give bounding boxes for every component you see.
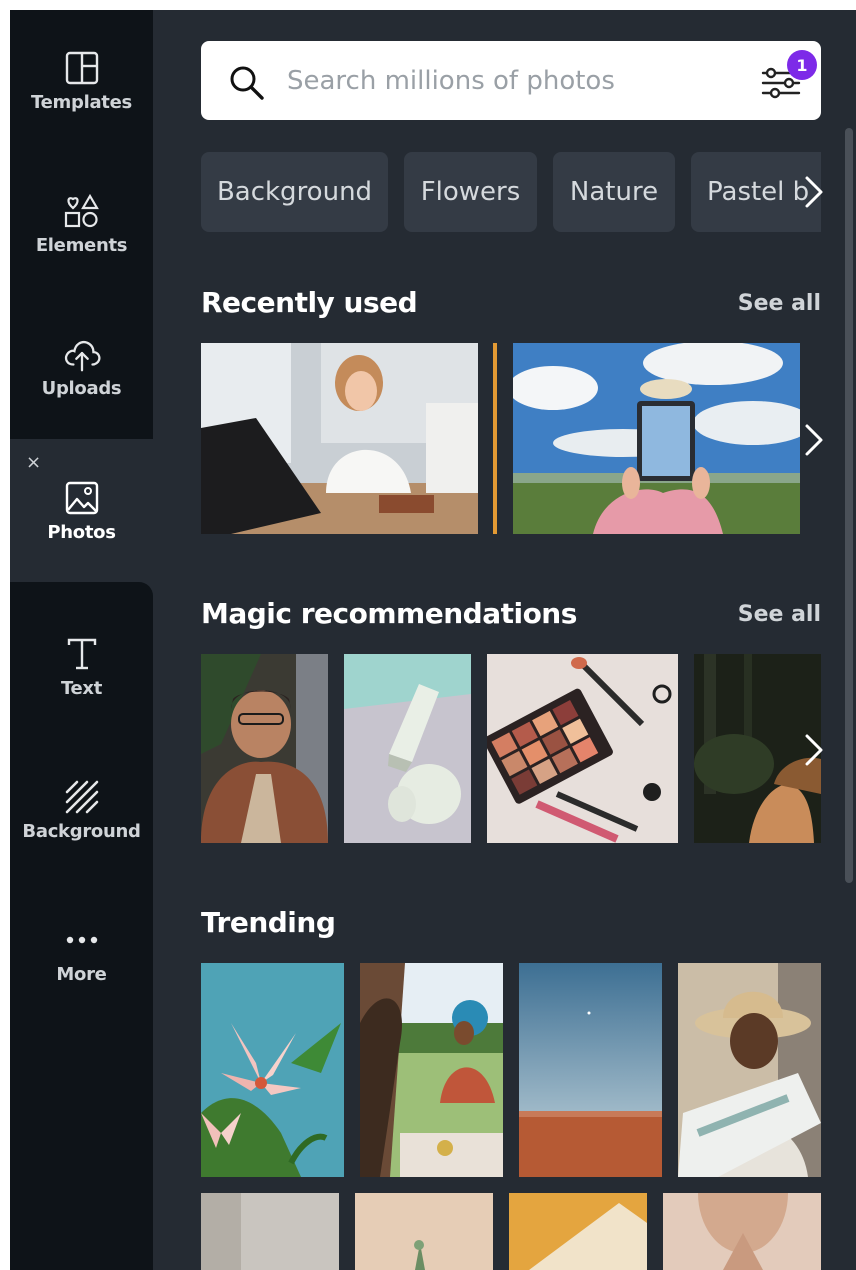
section-title-recently-used: Recently used	[201, 286, 418, 319]
trending-photo-row2-2[interactable]	[355, 1193, 493, 1270]
sidebar-item-more[interactable]: More	[10, 882, 153, 1022]
templates-icon	[62, 48, 102, 88]
chip-flowers[interactable]: Flowers	[404, 152, 537, 232]
sidebar: Templates Elements Uploads Photos × Text…	[10, 10, 153, 1270]
trending-photo-picnic[interactable]	[360, 963, 503, 1177]
search-icon	[227, 63, 267, 103]
chip-background[interactable]: Background	[201, 152, 388, 232]
sidebar-item-label: Elements	[35, 234, 128, 256]
trending-photo-row2-1[interactable]	[201, 1193, 339, 1270]
filter-count-badge: 1	[787, 50, 817, 80]
magic-photo-smiling-man[interactable]	[201, 654, 328, 843]
sidebar-item-label: Text	[60, 677, 103, 699]
see-all-magic-recommendations[interactable]: See all	[738, 602, 821, 627]
more-dots-icon	[62, 920, 102, 960]
panel-scrollbar[interactable]	[845, 128, 853, 883]
recent-photo-tablet-sky[interactable]	[513, 343, 800, 534]
sidebar-item-label: Photos	[47, 522, 116, 543]
trending-photo-lilies[interactable]	[201, 963, 344, 1177]
active-tab-corner-bottom	[10, 582, 153, 596]
elements-icon	[62, 191, 102, 231]
recent-next-arrow[interactable]	[799, 420, 829, 460]
section-title-trending: Trending	[201, 906, 336, 939]
see-all-recently-used[interactable]: See all	[738, 291, 821, 316]
text-icon	[62, 634, 102, 674]
chips-next-arrow[interactable]	[799, 172, 829, 212]
sidebar-item-label: Templates	[31, 91, 132, 113]
section-title-magic-recommendations: Magic recommendations	[201, 597, 577, 630]
chevron-right-icon	[805, 424, 823, 456]
photos-panel: 1 Background Flowers Nature Pastel b Rec…	[153, 10, 856, 1270]
chip-nature[interactable]: Nature	[553, 152, 675, 232]
sidebar-item-uploads[interactable]: Uploads	[10, 296, 153, 436]
cloud-upload-icon	[62, 334, 102, 374]
magic-photo-makeup-palette[interactable]	[487, 654, 678, 843]
photos-editor-frame: Templates Elements Uploads Photos × Text…	[10, 10, 856, 1270]
magic-next-arrow[interactable]	[799, 730, 829, 770]
image-icon	[62, 478, 102, 518]
trending-photo-row2-3[interactable]	[509, 1193, 647, 1270]
search-input[interactable]	[287, 61, 747, 101]
chevron-right-icon	[805, 176, 823, 208]
sidebar-item-elements[interactable]: Elements	[10, 153, 153, 293]
sidebar-item-background[interactable]: Background	[10, 739, 153, 879]
chevron-right-icon	[805, 734, 823, 766]
magic-photo-cosmetic-tubes[interactable]	[344, 654, 471, 843]
trending-photo-desert-sky[interactable]	[519, 963, 662, 1177]
sidebar-item-label: Background	[22, 820, 141, 842]
recent-divider	[493, 343, 497, 534]
trending-photo-man-newspaper[interactable]	[678, 963, 821, 1177]
sidebar-item-text[interactable]: Text	[10, 596, 153, 736]
background-icon	[62, 777, 102, 817]
sidebar-item-templates[interactable]: Templates	[10, 10, 153, 150]
recent-photo-office-woman[interactable]	[201, 343, 478, 534]
sidebar-item-label: Uploads	[41, 377, 122, 399]
close-panel-icon[interactable]: ×	[26, 454, 41, 472]
trending-photo-row2-4[interactable]	[663, 1193, 821, 1270]
sidebar-item-label: More	[56, 963, 107, 985]
search-bar: 1	[201, 41, 821, 120]
suggestion-chips: Background Flowers Nature Pastel b	[201, 152, 821, 232]
